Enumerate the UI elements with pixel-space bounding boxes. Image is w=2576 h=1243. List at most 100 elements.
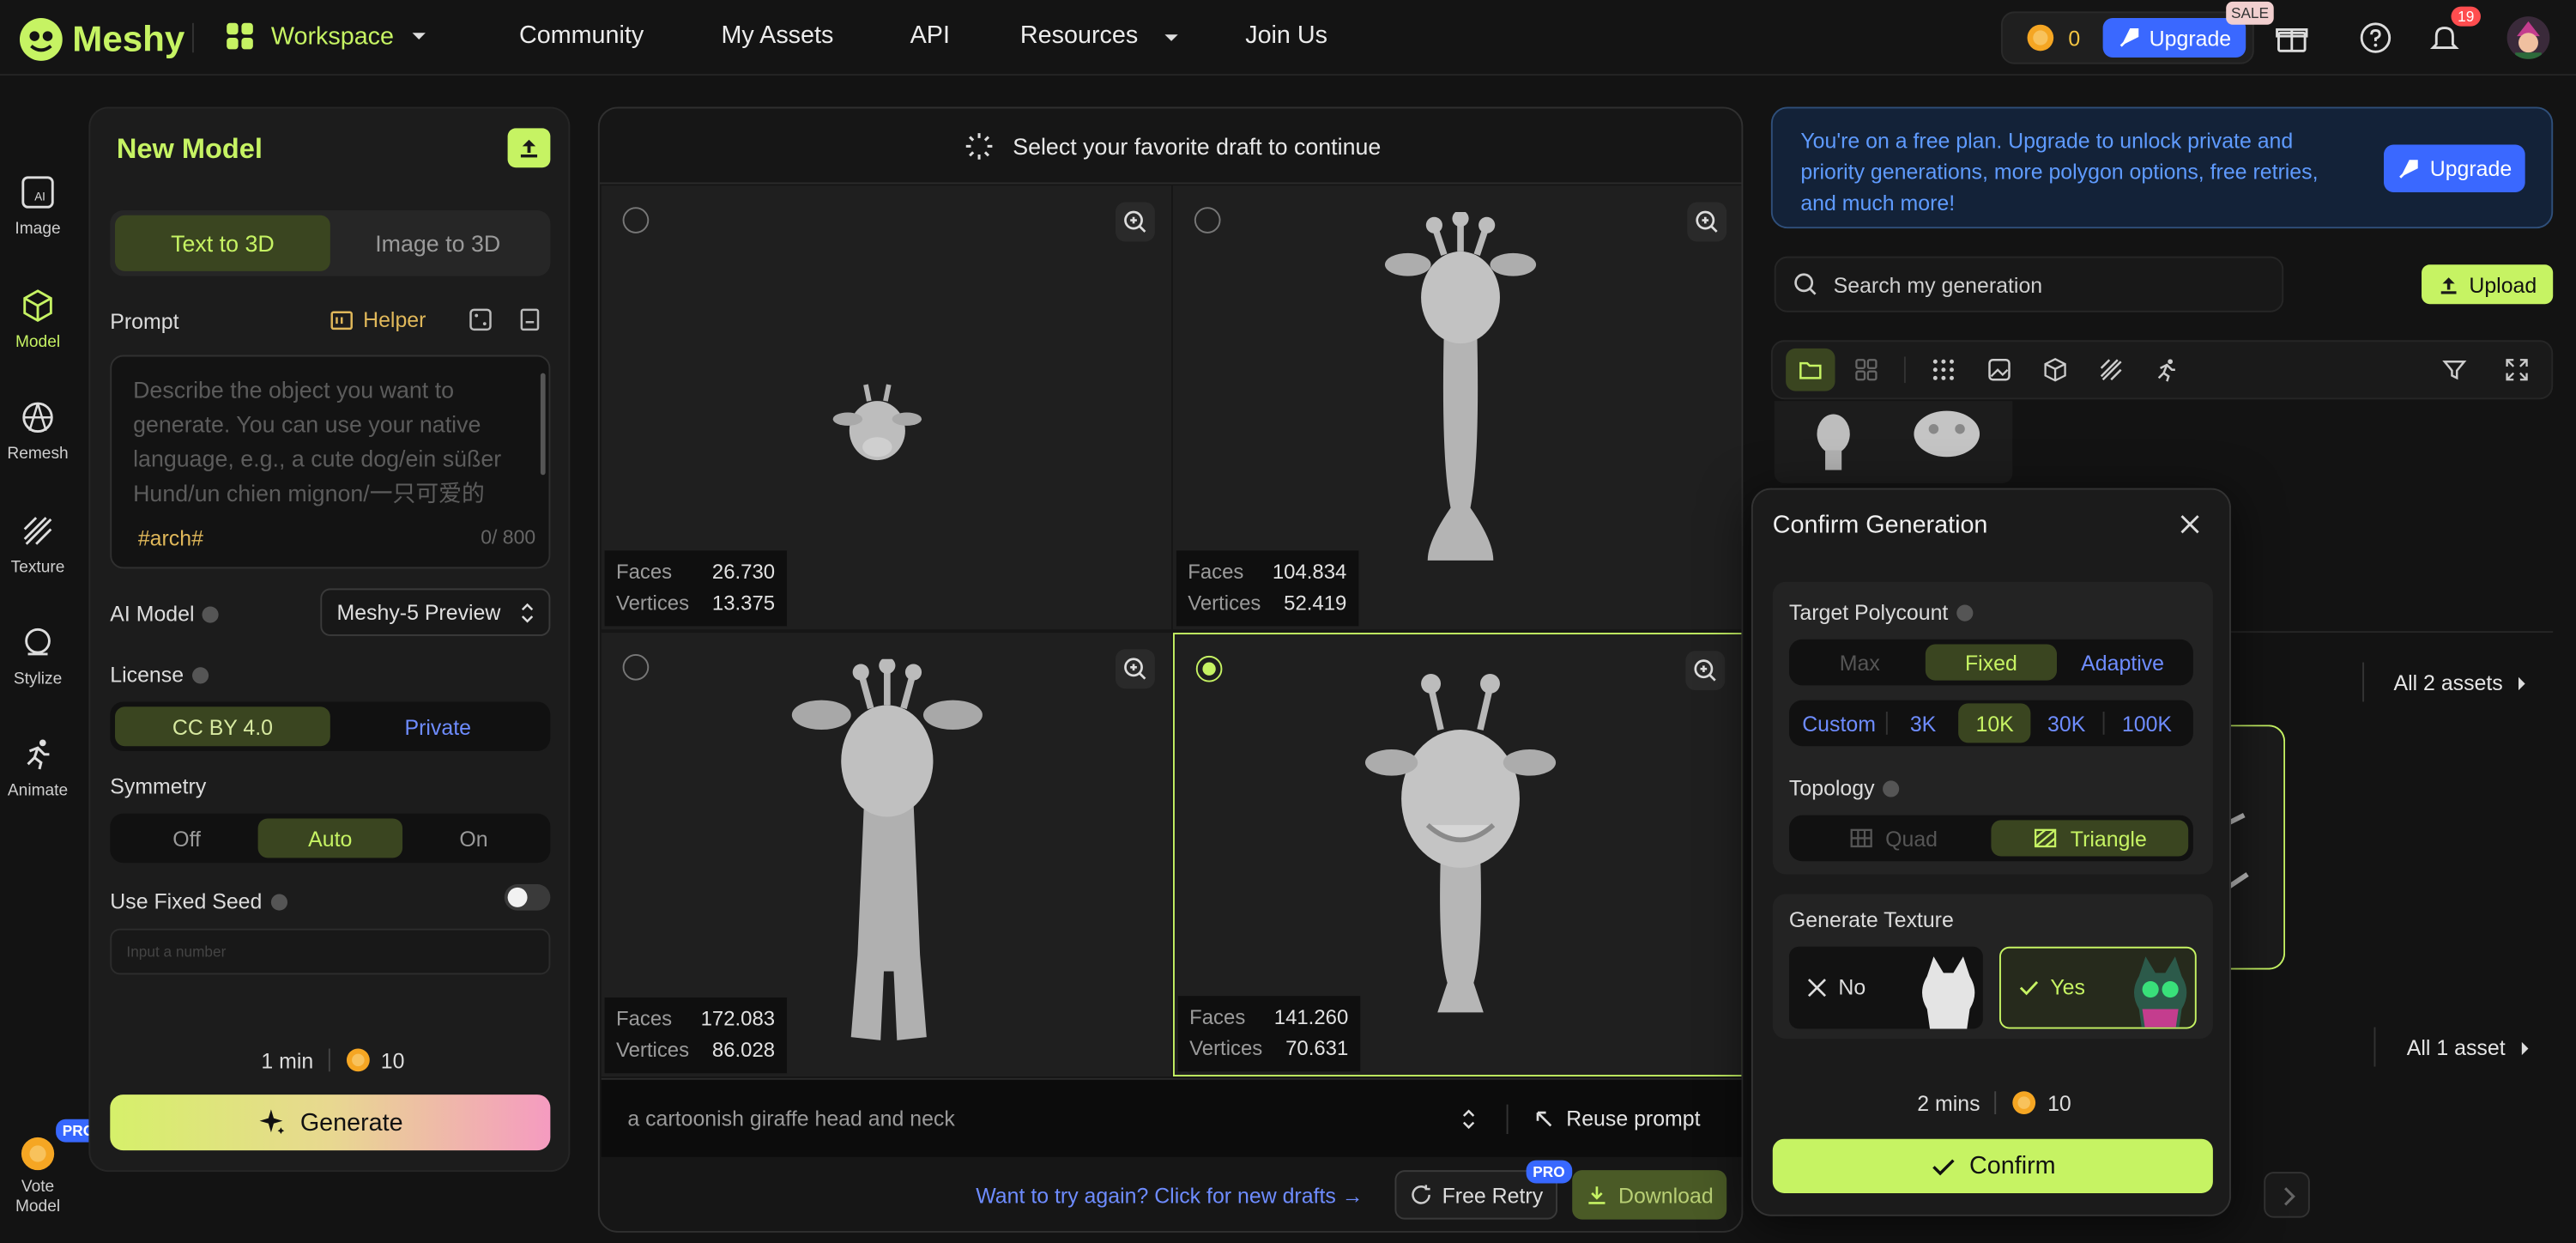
bell-icon[interactable] [2428, 21, 2461, 54]
reuse-prompt-button[interactable]: Reuse prompt [1535, 1106, 1701, 1131]
sparkle-icon [258, 1109, 284, 1135]
try-again-link[interactable]: Want to try again? Click for new drafts … [976, 1183, 1363, 1208]
tab-image-to-3d[interactable]: Image to 3D [330, 215, 546, 271]
draft-radio-selected[interactable] [1195, 655, 1223, 682]
info-icon [191, 666, 209, 684]
poly-mode-max[interactable]: Max [1794, 645, 1926, 681]
seed-label: Use Fixed Seed [110, 888, 287, 917]
zoom-button[interactable] [1685, 651, 1726, 691]
nav-join-us[interactable]: Join Us [1245, 21, 1327, 50]
all-assets-link-1[interactable]: All 2 assets [2393, 670, 2529, 695]
helper-button[interactable]: Helper [330, 307, 426, 332]
faces-label: Faces [615, 1007, 673, 1031]
symmetry-off[interactable]: Off [115, 818, 258, 858]
poly-3k[interactable]: 3K [1887, 703, 1959, 743]
draft-radio[interactable] [1194, 207, 1221, 233]
chevron-updown-icon[interactable] [1461, 1107, 1478, 1130]
draft-card-2[interactable]: Faces 104.834 Vertices 52.419 [1172, 185, 1742, 630]
topology-triangle[interactable]: Triangle [1991, 820, 2189, 857]
filter-animate-button[interactable] [2143, 349, 2192, 391]
license-private[interactable]: Private [330, 706, 546, 746]
brand-logo[interactable]: Meshy [16, 15, 184, 64]
filter-settings-button[interactable] [2430, 349, 2479, 391]
poly-10k[interactable]: 10K [1958, 703, 2031, 743]
draft-radio[interactable] [622, 653, 650, 681]
search-placeholder: Search my generation [1833, 271, 2043, 297]
char-count: 0/ 800 [481, 525, 536, 549]
sale-badge: SALE [2226, 1, 2274, 25]
nav-my-assets[interactable]: My Assets [721, 21, 833, 50]
sidebar-item-animate[interactable]: Animate [0, 737, 76, 800]
filter-model-button[interactable] [2030, 349, 2079, 391]
banner-upgrade-button[interactable]: Upgrade [2383, 144, 2525, 193]
search-input[interactable]: Search my generation [1774, 256, 2284, 312]
zoom-button[interactable] [1687, 202, 1727, 242]
upgrade-label: Upgrade [2429, 155, 2513, 181]
upload-button[interactable]: Upload [2422, 264, 2554, 305]
ai-model-select[interactable]: Meshy-5 Preview [320, 588, 551, 636]
poly-30k[interactable]: 30K [2030, 703, 2102, 743]
sidebar-item-image[interactable]: AI Image [0, 174, 76, 239]
texture-yes-option[interactable]: Yes [1999, 946, 2197, 1029]
symmetry-auto[interactable]: Auto [258, 818, 402, 858]
confirm-button[interactable]: Confirm [1772, 1138, 2213, 1193]
avatar[interactable] [2506, 16, 2550, 59]
faces-value: 141.260 [1273, 1005, 1349, 1029]
sidebar-item-model[interactable]: Model [0, 288, 76, 352]
sidebar-item-stylize[interactable]: Stylize [0, 625, 76, 688]
nav-api[interactable]: API [910, 21, 950, 50]
poly-mode-fixed[interactable]: Fixed [1925, 644, 2058, 681]
seed-input[interactable]: Input a number [110, 928, 551, 975]
next-page-button[interactable] [2264, 1172, 2310, 1218]
sidebar-item-remesh[interactable]: Remesh [0, 399, 76, 464]
draft-radio[interactable] [622, 207, 650, 233]
draft-card-3[interactable]: Faces 172.083 Vertices 86.028 [601, 633, 1172, 1077]
draft-card-4-selected[interactable]: Faces 141.260 Vertices 70.631 [1172, 633, 1742, 1077]
workspace-menu[interactable]: Workspace [223, 20, 433, 52]
tab-text-to-3d[interactable]: Text to 3D [115, 215, 330, 271]
poly-100k[interactable]: 100K [2104, 703, 2190, 743]
poly-mode-adaptive[interactable]: Adaptive [2057, 645, 2188, 681]
filter-image-button[interactable] [1974, 349, 2023, 391]
license-cc[interactable]: CC BY 4.0 [115, 706, 330, 747]
poly-custom[interactable]: Custom [1793, 703, 1886, 743]
grid-view-button[interactable] [1841, 349, 1890, 391]
panel-title: New Model [116, 133, 263, 165]
dice-icon[interactable] [469, 307, 493, 332]
asset-thumbnails[interactable] [1774, 401, 2013, 483]
sidebar-item-texture[interactable]: Texture [0, 512, 76, 577]
vote-model-button[interactable]: Vote Model [0, 1134, 76, 1218]
texture-no-option[interactable]: No [1788, 946, 1983, 1029]
close-icon[interactable] [2179, 512, 2202, 536]
import-button[interactable] [507, 128, 551, 168]
gift-icon[interactable] [2276, 21, 2308, 54]
topology-quad[interactable]: Quad [1794, 820, 1992, 856]
zoom-button[interactable] [1115, 202, 1155, 242]
upgrade-button[interactable]: Upgrade [2103, 18, 2246, 58]
expand-button[interactable] [2492, 349, 2541, 391]
license-label: License [110, 661, 209, 690]
generate-button[interactable]: Generate [110, 1094, 551, 1151]
texture-icon [23, 517, 52, 545]
folder-view-button[interactable] [1786, 348, 1835, 391]
modal-cost-summary: 2 mins 10 [1917, 1089, 2071, 1116]
sidebar-label: Model [15, 333, 61, 352]
zoom-button[interactable] [1115, 649, 1155, 689]
info-icon [203, 606, 220, 623]
filter-all-button[interactable] [1919, 349, 1968, 391]
prompt-textarea[interactable]: Describe the object you want to generate… [110, 355, 551, 569]
zoom-in-icon [1124, 210, 1146, 233]
download-button[interactable]: Download [1572, 1170, 1727, 1220]
symmetry-on[interactable]: On [402, 818, 545, 858]
filter-texture-button[interactable] [2086, 349, 2135, 391]
nav-community[interactable]: Community [519, 21, 644, 50]
download-icon [1588, 1186, 1605, 1204]
ai-model-text: AI Model [110, 601, 195, 627]
all-assets-link-2[interactable]: All 1 asset [2407, 1035, 2531, 1060]
nav-resources[interactable]: Resources [1020, 21, 1138, 50]
help-icon[interactable] [2359, 21, 2392, 54]
seed-toggle[interactable] [504, 884, 551, 911]
book-icon[interactable] [517, 307, 542, 332]
draft-card-1[interactable]: Faces 26.730 Vertices 13.375 [601, 185, 1172, 630]
textarea-scrollbar[interactable] [540, 373, 546, 476]
